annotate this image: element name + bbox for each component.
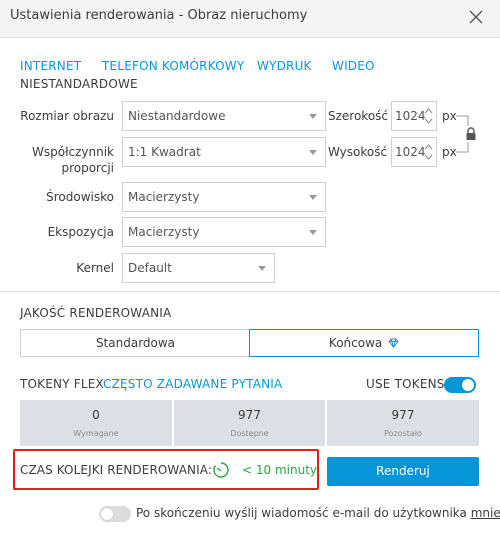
chevron-down-icon (309, 195, 317, 200)
spinner-icon[interactable] (424, 142, 433, 162)
kernel-select[interactable]: Default (122, 253, 275, 283)
lock-icon[interactable] (465, 127, 477, 141)
exposure-value: Macierzysty (128, 225, 200, 239)
environment-value: Macierzysty (128, 190, 200, 204)
stat-remaining: 977 Pozostało (327, 400, 479, 446)
email-toggle[interactable] (99, 506, 131, 522)
email-notice: Po skończeniu wyślij wiadomość e-mail do… (136, 506, 500, 520)
use-tokens-label: USE TOKENS (366, 377, 445, 391)
email-me-link[interactable]: mnie (471, 506, 500, 520)
chevron-down-icon (309, 230, 317, 235)
subtab-custom[interactable]: NIESTANDARDOWE (20, 77, 138, 91)
timer-icon (213, 462, 229, 478)
chevron-down-icon (309, 150, 317, 155)
stat-required: 0 Wymagane (20, 400, 172, 446)
toggle-knob (101, 508, 113, 520)
kernel-label: Kernel (76, 261, 114, 275)
kernel-value: Default (128, 261, 172, 275)
use-tokens-toggle[interactable] (444, 377, 476, 393)
stat-available: 977 Dostępne (174, 400, 325, 446)
tab-video[interactable]: WIDEO (332, 59, 375, 73)
width-label: Szerokość (328, 109, 389, 123)
image-size-label: Rozmiar obrazu (20, 109, 114, 123)
environment-label: Środowisko (46, 190, 114, 204)
queue-time: < 10 minuty (242, 463, 317, 477)
height-value: 1024 (395, 145, 426, 159)
window-title: Ustawienia renderowania - Obraz nierucho… (10, 8, 308, 23)
tokens-heading: TOKENY FLEX (20, 377, 104, 391)
render-button[interactable]: Renderuj (327, 457, 479, 486)
width-value: 1024 (395, 109, 426, 123)
chevron-down-icon (309, 114, 317, 119)
quality-final-button[interactable]: Końcowa (249, 329, 479, 357)
aspect-ratio-value: 1:1 Kwadrat (128, 145, 201, 159)
quality-heading: JAKOŚĆ RENDEROWANIA (20, 306, 172, 320)
chevron-down-icon (258, 266, 266, 271)
diamond-icon (388, 338, 399, 349)
tab-mobile[interactable]: TELEFON KOMÓRKOWY (102, 59, 244, 73)
tab-print[interactable]: WYDRUK (257, 59, 312, 73)
close-icon[interactable] (466, 7, 486, 27)
faq-link[interactable]: CZĘSTO ZADAWANE PYTANIA (103, 377, 282, 391)
aspect-ratio-label: Współczynnik proporcji (32, 145, 114, 175)
tab-internet[interactable]: INTERNET (20, 59, 81, 73)
toggle-knob (462, 379, 474, 391)
exposure-select[interactable]: Macierzysty (122, 217, 326, 247)
divider (0, 291, 500, 292)
exposure-label: Ekspozycja (47, 225, 114, 239)
queue-label: CZAS KOLEJKI RENDEROWANIA: (20, 463, 213, 477)
quality-standard-button[interactable]: Standardowa (20, 329, 250, 357)
spinner-icon[interactable] (424, 106, 433, 126)
environment-select[interactable]: Macierzysty (122, 182, 326, 212)
width-input[interactable]: 1024 (391, 101, 437, 131)
height-label: Wysokość (328, 145, 388, 159)
height-input[interactable]: 1024 (391, 137, 437, 167)
email-notice-text: Po skończeniu wyślij wiadomość e-mail do… (136, 506, 467, 520)
aspect-ratio-select[interactable]: 1:1 Kwadrat (122, 137, 326, 167)
image-size-value: Niestandardowe (128, 109, 226, 123)
image-size-select[interactable]: Niestandardowe (122, 101, 326, 131)
